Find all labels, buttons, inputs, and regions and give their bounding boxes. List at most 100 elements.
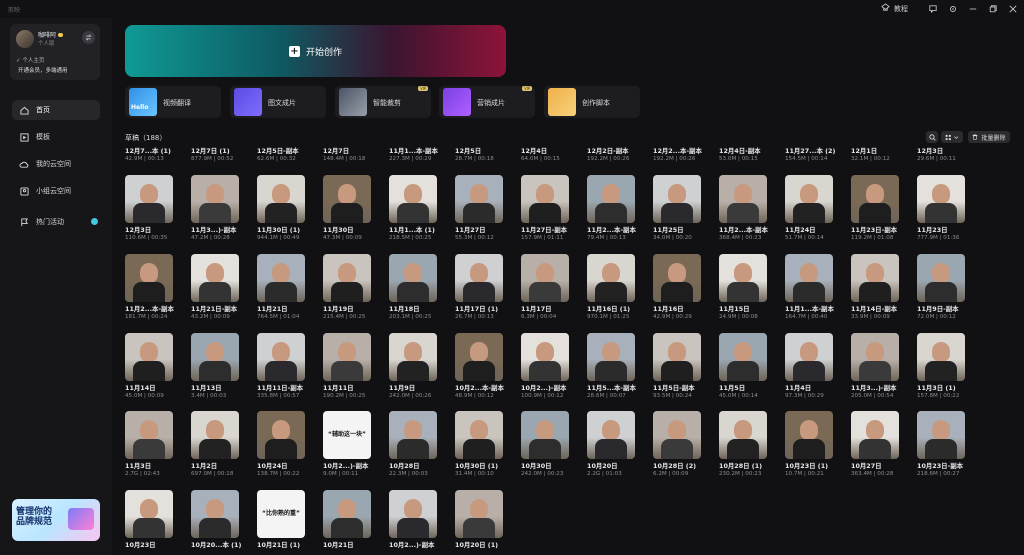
- draft-item-caption[interactable]: 11月25日 34.0M | 00:20: [653, 225, 715, 241]
- nav-hot-events[interactable]: 热门活动: [12, 212, 100, 232]
- tool-video-translate[interactable]: Hello 视频翻译: [125, 86, 221, 118]
- draft-thumbnail[interactable]: [323, 254, 371, 302]
- draft-item-caption[interactable]: 11月2日 697.0M | 00:18: [191, 461, 253, 477]
- draft-item-caption[interactable]: 11月1...本 (1) 218.5M | 00:25: [389, 225, 451, 241]
- draft-thumbnail[interactable]: [587, 254, 635, 302]
- draft-item-caption[interactable]: 10月21日: [323, 540, 385, 549]
- draft-item-caption[interactable]: 11月21日-副本 43.2M | 00:09: [191, 304, 253, 320]
- draft-thumbnail[interactable]: [587, 411, 635, 459]
- draft-item-caption[interactable]: 11月2...本-副本 181.7M | 00:24: [125, 304, 187, 320]
- draft-thumbnail[interactable]: [191, 254, 239, 302]
- draft-thumbnail[interactable]: [125, 411, 173, 459]
- draft-item-caption[interactable]: 11月17日 6.3M | 00:04: [521, 304, 583, 320]
- restore-icon[interactable]: [988, 4, 998, 14]
- draft-thumbnail[interactable]: [719, 254, 767, 302]
- draft-thumbnail[interactable]: [851, 254, 899, 302]
- draft-item-caption[interactable]: 11月3日 (1) 157.8M | 00:22: [917, 383, 979, 399]
- nav-templates[interactable]: 模板: [12, 127, 100, 147]
- draft-item-caption[interactable]: 11月16日 42.9M | 00:29: [653, 304, 715, 320]
- draft-item-caption[interactable]: 10月28日 (2) 6.2M | 00:09: [653, 461, 715, 477]
- draft-item-caption[interactable]: 10月24日 138.7M | 00:22: [257, 461, 319, 477]
- draft-item-caption[interactable]: 11月5...本-副本 28.6M | 00:07: [587, 383, 649, 399]
- draft-item-caption[interactable]: 11月2...本-副本 368.4M | 00:23: [719, 225, 781, 241]
- draft-thumbnail[interactable]: [257, 175, 305, 223]
- draft-item-caption[interactable]: 10月23日-副本 218.6M | 00:27: [917, 461, 979, 477]
- draft-thumbnail[interactable]: [851, 175, 899, 223]
- draft-item-caption[interactable]: 11月13日 3.4M | 00:03: [191, 383, 253, 399]
- draft-thumbnail[interactable]: [323, 175, 371, 223]
- draft-item-caption[interactable]: 10月2...)-副本: [389, 540, 451, 549]
- draft-item-caption[interactable]: 11月5日 45.0M | 00:14: [719, 383, 781, 399]
- draft-thumbnail[interactable]: [125, 254, 173, 302]
- draft-item-caption[interactable]: 10月28日 (1) 230.2M | 00:23: [719, 461, 781, 477]
- draft-thumbnail[interactable]: [917, 333, 965, 381]
- close-icon[interactable]: [1008, 4, 1018, 14]
- draft-item-caption[interactable]: 11月23日-副本 119.2M | 01:08: [851, 225, 913, 241]
- personal-page-link[interactable]: ✓ 个人主页: [16, 56, 44, 64]
- draft-item-caption[interactable]: 11月3日 2.7G | 02:43: [125, 461, 187, 477]
- draft-item-caption[interactable]: 11月11日 190.2M | 00:25: [323, 383, 385, 399]
- draft-item-caption[interactable]: 11月14日 45.0M | 00:09: [125, 383, 187, 399]
- draft-thumbnail[interactable]: “辅助这一块”: [323, 411, 371, 459]
- draft-item-caption[interactable]: 11月1...本-副本 227.3M | 00:29: [389, 146, 451, 162]
- draft-thumbnail[interactable]: [785, 254, 833, 302]
- draft-thumbnail[interactable]: [323, 490, 371, 538]
- draft-item-caption[interactable]: 11月9日 242.0M | 00:26: [389, 383, 451, 399]
- vip-upgrade-link[interactable]: 开通会员，多端通用: [18, 66, 68, 74]
- draft-thumbnail[interactable]: [851, 333, 899, 381]
- draft-item-caption[interactable]: 12月4日 64.0M | 00:15: [521, 146, 583, 162]
- draft-thumbnail[interactable]: “比你熟的重”: [257, 490, 305, 538]
- batch-delete-button[interactable]: 批量删除: [968, 131, 1010, 143]
- avatar[interactable]: [16, 30, 34, 48]
- tool-creative-script[interactable]: 创作脚本: [544, 86, 640, 118]
- draft-item-caption[interactable]: 11月4日 97.3M | 00:29: [785, 383, 847, 399]
- message-icon[interactable]: [928, 4, 938, 14]
- view-toggle-button[interactable]: [941, 131, 963, 143]
- draft-item-caption[interactable]: 10月23日: [125, 540, 187, 549]
- draft-thumbnail[interactable]: [389, 175, 437, 223]
- draft-item-caption[interactable]: 10月2...)-副本 9.0M | 00:11: [323, 461, 385, 477]
- draft-thumbnail[interactable]: [587, 175, 635, 223]
- draft-item-caption[interactable]: 11月16日 (1) 970.1M | 01:25: [587, 304, 649, 320]
- draft-thumbnail[interactable]: [521, 333, 569, 381]
- tool-image-to-video[interactable]: 图文成片: [230, 86, 326, 118]
- draft-thumbnail[interactable]: [917, 254, 965, 302]
- draft-thumbnail[interactable]: [125, 333, 173, 381]
- draft-thumbnail[interactable]: [389, 333, 437, 381]
- draft-item-caption[interactable]: 11月30日 (1) 944.1M | 00:49: [257, 225, 319, 241]
- draft-item-caption[interactable]: 10月2...)-副本 100.9M | 00:12: [521, 383, 583, 399]
- draft-item-caption[interactable]: 11月19日 215.4M | 00:25: [323, 304, 385, 320]
- draft-thumbnail[interactable]: [191, 333, 239, 381]
- nav-my-cloud[interactable]: 我的云空间: [12, 154, 100, 174]
- draft-item-caption[interactable]: 10月20日 2.2G | 01:03: [587, 461, 649, 477]
- draft-thumbnail[interactable]: [653, 411, 701, 459]
- draft-item-caption[interactable]: 10月20日 (1): [455, 540, 517, 549]
- switch-account-button[interactable]: [82, 31, 95, 44]
- settings-gear-icon[interactable]: [948, 4, 958, 14]
- draft-thumbnail[interactable]: [125, 490, 173, 538]
- draft-item-caption[interactable]: 12月3日 29.6M | 00:11: [917, 146, 979, 162]
- draft-thumbnail[interactable]: [587, 333, 635, 381]
- draft-item-caption[interactable]: 12月1日 32.1M | 00:12: [851, 146, 913, 162]
- draft-item-caption[interactable]: 10月30日 242.0M | 00:23: [521, 461, 583, 477]
- start-create-button[interactable]: + 开始创作: [125, 25, 506, 77]
- draft-thumbnail[interactable]: [917, 411, 965, 459]
- draft-thumbnail[interactable]: [191, 411, 239, 459]
- draft-thumbnail[interactable]: [455, 333, 503, 381]
- draft-thumbnail[interactable]: [653, 333, 701, 381]
- nav-group-cloud[interactable]: 小组云空间: [12, 181, 100, 201]
- draft-thumbnail[interactable]: [389, 411, 437, 459]
- nav-home[interactable]: 首页: [12, 100, 100, 120]
- draft-item-caption[interactable]: 12月7日 148.4M | 00:18: [323, 146, 385, 162]
- brand-promo-banner[interactable]: 管理你的 品牌规范: [12, 499, 100, 541]
- draft-item-caption[interactable]: 11月1...本-副本 164.7M | 00:40: [785, 304, 847, 320]
- draft-item-caption[interactable]: 10月23日 (1) 10.7M | 00:21: [785, 461, 847, 477]
- draft-item-caption[interactable]: 11月11日-副本 335.8M | 00:57: [257, 383, 319, 399]
- draft-item-caption[interactable]: 11月9日-副本 72.0M | 00:12: [917, 304, 979, 320]
- search-button[interactable]: [926, 131, 938, 143]
- draft-item-caption[interactable]: 11月30日 47.3M | 00:09: [323, 225, 385, 241]
- draft-thumbnail[interactable]: [851, 411, 899, 459]
- draft-thumbnail[interactable]: [785, 175, 833, 223]
- tutorial-button[interactable]: 教程: [881, 3, 908, 14]
- draft-item-caption[interactable]: 11月18日 203.1M | 00:25: [389, 304, 451, 320]
